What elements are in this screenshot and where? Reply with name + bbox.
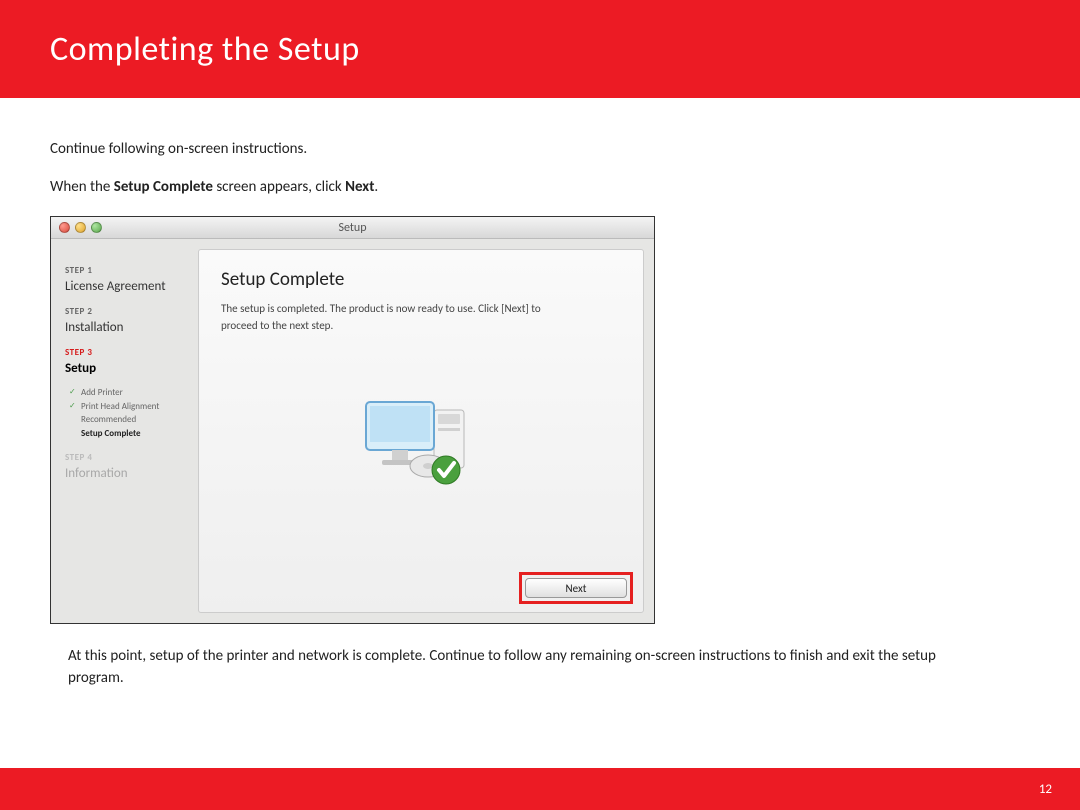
slide-footer: 12 [0, 768, 1080, 810]
page-number: 12 [1039, 782, 1052, 797]
slide-header: Completing the Setup [0, 0, 1080, 98]
window-title: Setup [51, 221, 654, 235]
panel-title: Setup Complete [221, 268, 621, 291]
step4-label: STEP 4 [65, 452, 198, 463]
instr2-bold1: Setup Complete [114, 178, 213, 196]
step3-label: STEP 3 [65, 347, 198, 358]
next-button-highlight: Next [519, 572, 633, 604]
instruction-line-2: When the Setup Complete screen appears, … [50, 178, 1030, 196]
step3-name: Setup [65, 361, 198, 376]
conclusion-text: At this point, setup of the printer and … [50, 646, 980, 690]
step2-label: STEP 2 [65, 306, 198, 317]
substep-complete: Setup Complete [81, 427, 198, 441]
step1-name: License Agreement [65, 279, 198, 294]
wizard-sidebar: STEP 1 License Agreement STEP 2 Installa… [51, 239, 198, 623]
embedded-screenshot: Setup STEP 1 License Agreement STEP 2 In… [50, 216, 655, 624]
panel-text: The setup is completed. The product is n… [221, 301, 561, 334]
step4-name: Information [65, 466, 198, 481]
substep-add-printer: Add Printer [81, 386, 198, 400]
instr2-bold2: Next [345, 178, 374, 196]
next-button[interactable]: Next [525, 578, 627, 598]
instr2-mid: screen appears, click [213, 178, 345, 196]
step1-label: STEP 1 [65, 265, 198, 276]
content-area: Continue following on-screen instruction… [0, 98, 1080, 690]
instruction-line-1: Continue following on-screen instruction… [50, 140, 1030, 158]
substeps: Add Printer Print Head Alignment Recomme… [65, 386, 198, 440]
next-button-label: Next [566, 582, 587, 595]
instr2-pre: When the [50, 178, 114, 196]
wizard-main-panel: Setup Complete The setup is completed. T… [198, 249, 644, 613]
substep-alignment: Print Head Alignment Recommended [81, 400, 198, 427]
page-title: Completing the Setup [50, 29, 360, 70]
step2-name: Installation [65, 320, 198, 335]
setup-complete-illustration-icon [356, 388, 486, 488]
window-titlebar: Setup [51, 217, 654, 239]
instr2-post: . [374, 178, 378, 196]
window-body: STEP 1 License Agreement STEP 2 Installa… [51, 239, 654, 623]
